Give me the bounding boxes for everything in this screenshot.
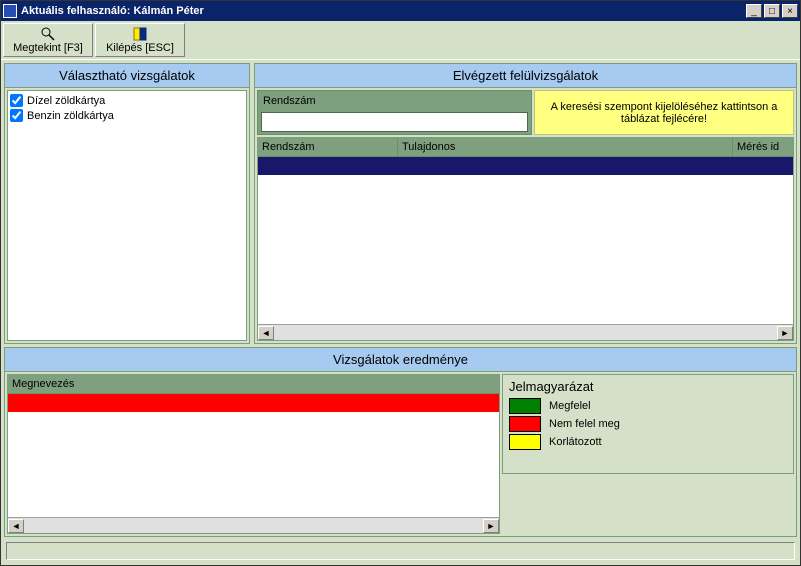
results-body: Megnevezés ◄ ► Jelmagyarázat Megfelel [5,372,796,536]
search-box: Rendszám [257,90,532,135]
swatch-green [509,398,541,414]
results-grid: Megnevezés ◄ ► [7,374,500,534]
grid-hscrollbar[interactable]: ◄ ► [258,324,793,340]
close-button[interactable]: × [782,4,798,18]
search-input[interactable] [261,112,528,132]
test-checklist: Dízel zöldkártya Benzin zöldkártya [7,90,247,341]
scroll-left-button[interactable]: ◄ [258,326,274,340]
exit-button-label: Kilépés [ESC] [106,42,174,54]
col-meres-id[interactable]: Mérés id [733,138,793,156]
view-button[interactable]: Megtekint [F3] [3,23,93,57]
scroll-left-button[interactable]: ◄ [8,519,24,533]
list-item-label: Benzin zöldkártya [27,110,114,122]
view-button-label: Megtekint [F3] [13,42,83,54]
selectable-tests-title: Választható vizsgálatok [5,64,249,88]
maximize-button[interactable]: □ [764,4,780,18]
exit-button[interactable]: Kilépés [ESC] [95,23,185,57]
magnifier-icon [41,26,55,42]
search-label: Rendszám [261,93,528,110]
legend-label: Megfelel [549,400,591,412]
results-grid-body[interactable] [8,394,499,517]
app-icon [3,4,17,18]
window-title: Aktuális felhasználó: Kálmán Péter [21,5,744,17]
inspections-grid: Rendszám Tulajdonos Mérés id ◄ ► [257,137,794,341]
app-window: Aktuális felhasználó: Kálmán Péter _ □ ×… [0,0,801,566]
swatch-red [509,416,541,432]
legend-row-fail: Nem felel meg [509,416,787,432]
legend-label: Korlátozott [549,436,602,448]
completed-inspections-panel: Elvégzett felülvizsgálatok Rendszám A ke… [254,63,797,344]
table-row-selected[interactable] [258,157,793,175]
results-panel: Vizsgálatok eredménye Megnevezés ◄ ► Jel… [4,347,797,537]
minimize-button[interactable]: _ [746,4,762,18]
legend-row-ok: Megfelel [509,398,787,414]
list-item-label: Dízel zöldkártya [27,95,105,107]
list-item[interactable]: Dízel zöldkártya [10,93,244,108]
search-row: Rendszám A keresési szempont kijelöléséh… [257,90,794,135]
search-hint: A keresési szempont kijelöléséhez kattin… [534,90,794,135]
table-row[interactable] [8,394,499,412]
legend-label: Nem felel meg [549,418,620,430]
selectable-tests-panel: Választható vizsgálatok Dízel zöldkártya… [4,63,250,344]
toolbar: Megtekint [F3] Kilépés [ESC] [1,21,800,60]
swatch-yellow [509,434,541,450]
legend-title: Jelmagyarázat [509,379,787,394]
scroll-right-button[interactable]: ► [483,519,499,533]
grid-header[interactable]: Rendszám Tulajdonos Mérés id [258,138,793,157]
results-col-megnevezes[interactable]: Megnevezés [8,375,499,394]
checkbox-diesel[interactable] [10,94,23,107]
titlebar: Aktuális felhasználó: Kálmán Péter _ □ × [1,1,800,21]
list-item[interactable]: Benzin zöldkártya [10,108,244,123]
grid-body[interactable] [258,157,793,324]
checkbox-benzin[interactable] [10,109,23,122]
results-title: Vizsgálatok eredménye [5,348,796,372]
legend-panel: Jelmagyarázat Megfelel Nem felel meg Kor… [502,374,794,474]
legend-row-limited: Korlátozott [509,434,787,450]
results-hscrollbar[interactable]: ◄ ► [8,517,499,533]
upper-row: Választható vizsgálatok Dízel zöldkártya… [4,63,797,344]
exit-icon [133,26,147,42]
content-area: Választható vizsgálatok Dízel zöldkártya… [1,60,800,565]
scroll-right-button[interactable]: ► [777,326,793,340]
statusbar [6,542,795,560]
completed-inspections-title: Elvégzett felülvizsgálatok [255,64,796,88]
col-tulajdonos[interactable]: Tulajdonos [398,138,733,156]
col-rendszam[interactable]: Rendszám [258,138,398,156]
